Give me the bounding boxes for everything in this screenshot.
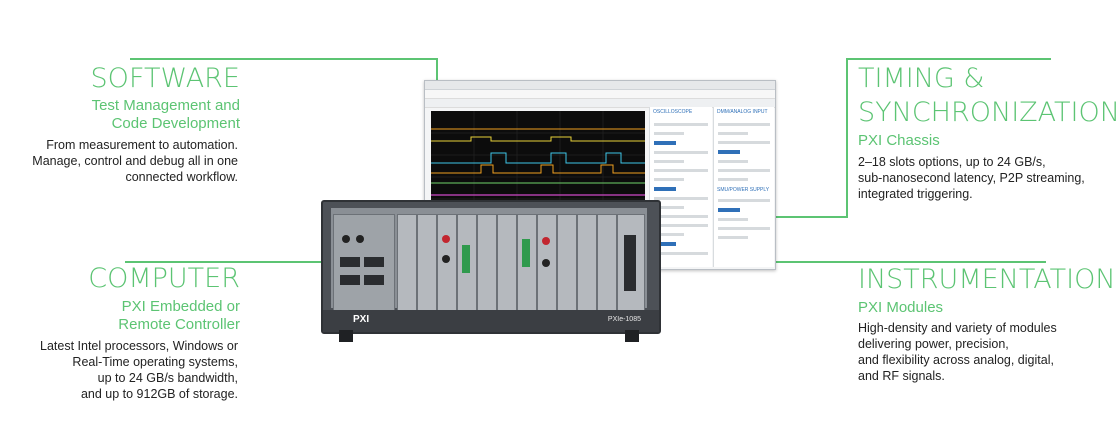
- computer-title: COMPUTER: [88, 263, 240, 294]
- screen-titlebar: [425, 81, 775, 90]
- instrumentation-body-1: High-density and variety of modules: [858, 321, 1057, 335]
- module-slot-4: [457, 214, 477, 312]
- software-body-1: From measurement to automation.: [46, 138, 238, 152]
- module-slot-3: [437, 214, 457, 312]
- software-subtitle-1: Test Management and: [91, 97, 240, 114]
- pxi-chassis: PXI PXIe-1085: [321, 200, 661, 342]
- module-slot-11: [597, 214, 617, 312]
- controller-module: [333, 214, 395, 312]
- trace-orange-2: [431, 164, 645, 174]
- computer-body-2: Real-Time operating systems,: [72, 355, 238, 369]
- module-slot-7: [517, 214, 537, 312]
- software-subtitle-2: Code Development: [111, 115, 240, 132]
- chassis-bottom-bar: PXI PXIe-1085: [323, 310, 659, 332]
- timing-title-1: TIMING &: [858, 63, 985, 94]
- module-slot-12: [617, 214, 645, 312]
- module-slot-5: [477, 214, 497, 312]
- timing-body-1: 2–18 slots options, up to 24 GB/s,: [858, 155, 1046, 169]
- software-body-2: Manage, control and debug all in one: [32, 154, 238, 168]
- instrumentation-body-2: delivering power, precision,: [858, 337, 1009, 351]
- module-slot-10: [577, 214, 597, 312]
- dmm-panel-title: DMM/ANALOG INPUT: [717, 109, 768, 115]
- dmm-panel: DMM/ANALOG INPUT SMU/POWER SUPPLY: [713, 107, 774, 267]
- oscilloscope-panel-title: OSCILLOSCOPE: [653, 109, 693, 115]
- chassis-foot-right: [625, 330, 639, 342]
- chassis-foot-left: [339, 330, 353, 342]
- timing-body-2: sub-nanosecond latency, P2P streaming,: [858, 171, 1085, 185]
- timing-connector-h: [846, 58, 1051, 60]
- module-slot-1: [397, 214, 417, 312]
- instrumentation-title: INSTRUMENTATION: [858, 264, 1116, 295]
- instrumentation-subtitle: PXI Modules: [858, 299, 944, 316]
- timing-subtitle: PXI Chassis: [858, 132, 940, 149]
- timing-title-2: SYNCHRONIZATION: [858, 97, 1120, 128]
- software-connector-h: [130, 58, 438, 60]
- chassis-faceplate: [331, 208, 647, 312]
- chassis-model: PXIe-1085: [607, 316, 641, 323]
- computer-subtitle-1: PXI Embedded or: [121, 298, 240, 315]
- timing-body-3: integrated triggering.: [858, 187, 973, 201]
- software-title: SOFTWARE: [90, 63, 240, 94]
- instrumentation-body-4: and RF signals.: [858, 369, 945, 383]
- trace-cyan: [431, 152, 645, 164]
- computer-body-3: up to 24 GB/s bandwidth,: [97, 371, 238, 385]
- software-body-3: connected workflow.: [125, 170, 238, 184]
- screen-tabbar: [425, 90, 775, 99]
- module-slot-2: [417, 214, 437, 312]
- timing-connector-v: [846, 58, 848, 218]
- instrumentation-body-3: and flexibility across analog, digital,: [858, 353, 1054, 367]
- computer-subtitle-2: Remote Controller: [118, 316, 240, 333]
- computer-body-1: Latest Intel processors, Windows or: [40, 339, 238, 353]
- smu-panel-title: SMU/POWER SUPPLY: [717, 187, 770, 193]
- chassis-brand: PXI: [353, 314, 370, 325]
- module-slot-6: [497, 214, 517, 312]
- trace-yellow-1: [431, 136, 645, 142]
- module-slot-8: [537, 214, 557, 312]
- module-slot-9: [557, 214, 577, 312]
- computer-body-4: and up to 912GB of storage.: [80, 387, 238, 401]
